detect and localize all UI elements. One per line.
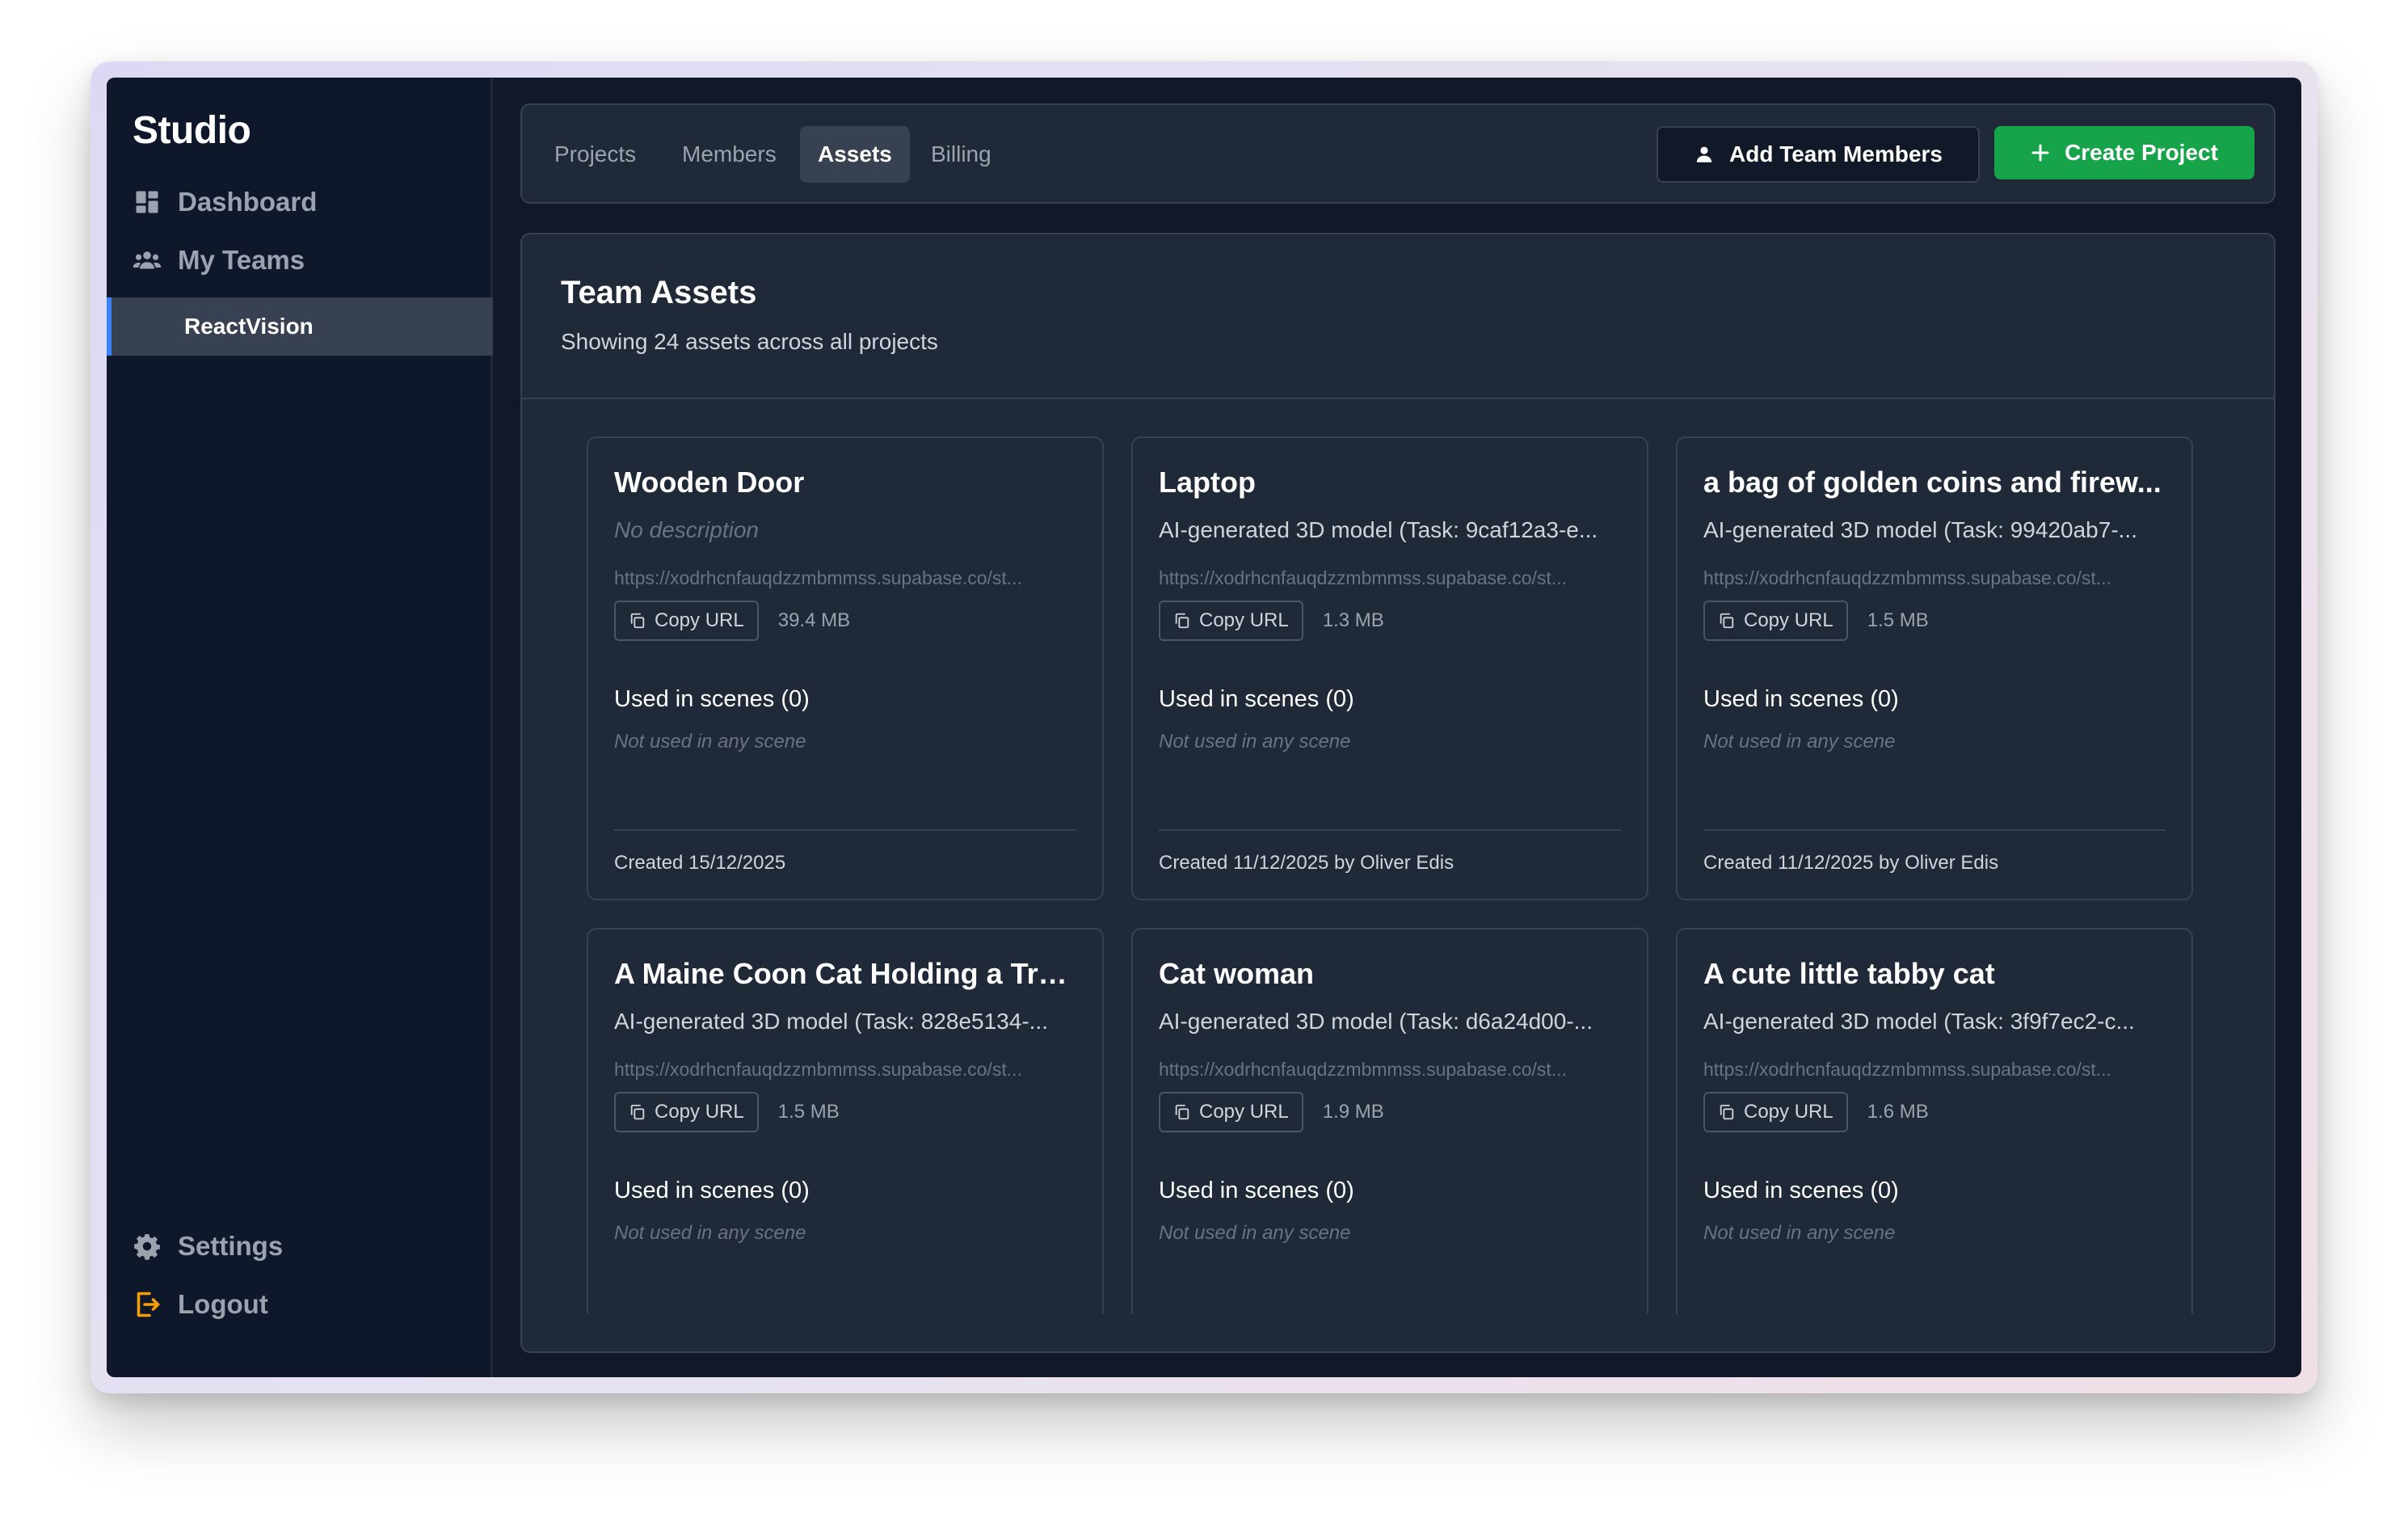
dashboard-icon: [136, 191, 158, 213]
asset-created: Created 11/12/2025 by Oliver Edis: [1703, 829, 2166, 875]
asset-description: AI-generated 3D model (Task: 828e5134-..…: [614, 1009, 1048, 1034]
copy-url-button[interactable]: Copy URL: [614, 1092, 759, 1132]
asset-url: https://xodrhcnfauqdzzmbmmss.supabase.co…: [1703, 1059, 2111, 1080]
copy-url-label: Copy URL: [1744, 609, 1833, 631]
sidebar-item-logout[interactable]: Logout: [133, 1282, 268, 1327]
add-team-members-label: Add Team Members: [1729, 141, 1943, 166]
plus-icon: [2031, 144, 2049, 162]
file-size: 1.5 MB: [777, 1101, 840, 1123]
asset-card[interactable]: Wooden Door No description https://xodrh…: [587, 436, 1104, 900]
asset-created: Created 15/12/2025: [614, 829, 1076, 875]
copy-url-button[interactable]: Copy URL: [1703, 601, 1848, 641]
asset-card[interactable]: Cat woman AI-generated 3D model (Task: d…: [1131, 928, 1648, 1314]
asset-created: Created 11/12/2025 by Oliver Edis: [1159, 829, 1621, 875]
sidebar-item-label: Logout: [178, 1289, 268, 1319]
asset-description: AI-generated 3D model (Task: 99420ab7-..…: [1703, 517, 2137, 542]
scenes-empty-text: Not used in any scene: [614, 1222, 806, 1244]
asset-description: AI-generated 3D model (Task: 9caf12a3-e.…: [1159, 517, 1598, 542]
sidebar-item-settings[interactable]: Settings: [133, 1224, 283, 1269]
asset-card[interactable]: Laptop AI-generated 3D model (Task: 9caf…: [1131, 436, 1648, 900]
asset-description: AI-generated 3D model (Task: 3f9f7ec2-c.…: [1703, 1009, 2135, 1034]
asset-card[interactable]: A Maine Coon Cat Holding a Tro... AI-gen…: [587, 928, 1104, 1314]
assets-header: Team Assets Showing 24 assets across all…: [522, 234, 2274, 399]
logout-icon: [137, 1292, 160, 1317]
file-size: 1.6 MB: [1867, 1101, 1929, 1123]
asset-card[interactable]: a bag of golden coins and firew... AI-ge…: [1676, 436, 2193, 900]
file-size: 39.4 MB: [777, 609, 851, 631]
tab-billing[interactable]: Billing: [913, 126, 1009, 183]
user-icon: [1696, 146, 1712, 162]
scenes-empty-text: Not used in any scene: [1703, 731, 1896, 752]
top-toolbar: Projects Members Assets Billing Add Team…: [520, 103, 2275, 204]
main-area: Projects Members Assets Billing Add Team…: [493, 78, 2301, 1377]
scenes-empty-text: Not used in any scene: [1159, 731, 1351, 752]
add-team-members-button[interactable]: Add Team Members: [1657, 126, 1980, 183]
sidebar: Studio Dashboard My Teams ReactVision Se…: [107, 78, 493, 1377]
copy-icon: [630, 613, 645, 629]
asset-card[interactable]: A cute little tabby cat AI-generated 3D …: [1676, 928, 2193, 1314]
copy-url-button[interactable]: Copy URL: [1703, 1092, 1848, 1132]
sidebar-item-label: Settings: [178, 1231, 284, 1261]
asset-title: a bag of golden coins and firew...: [1703, 466, 2162, 499]
sidebar-item-my-teams[interactable]: My Teams: [133, 238, 305, 283]
users-icon: [133, 251, 162, 269]
scenes-heading: Used in scenes (0): [1703, 686, 1899, 712]
asset-url: https://xodrhcnfauqdzzmbmmss.supabase.co…: [1159, 567, 1567, 588]
file-size: 1.5 MB: [1867, 609, 1929, 631]
create-project-label: Create Project: [2065, 140, 2218, 165]
file-size: 1.9 MB: [1322, 1101, 1384, 1123]
asset-url: https://xodrhcnfauqdzzmbmmss.supabase.co…: [614, 567, 1022, 588]
create-project-button[interactable]: Create Project: [1994, 126, 2254, 179]
tab-assets[interactable]: Assets: [800, 126, 910, 183]
asset-title: A Maine Coon Cat Holding a Tro...: [614, 957, 1076, 990]
scenes-heading: Used in scenes (0): [1703, 1178, 1899, 1203]
sidebar-item-label: My Teams: [178, 245, 305, 275]
file-size: 1.3 MB: [1322, 609, 1384, 631]
copy-url-button[interactable]: Copy URL: [1159, 601, 1303, 641]
copy-icon: [1175, 1104, 1189, 1120]
sidebar-item-dashboard[interactable]: Dashboard: [133, 179, 317, 225]
copy-icon: [1720, 1104, 1734, 1120]
asset-title: Cat woman: [1159, 957, 1315, 990]
scenes-heading: Used in scenes (0): [614, 686, 810, 712]
team-label: ReactVision: [184, 314, 314, 339]
brand-title: Studio: [133, 109, 251, 152]
scenes-heading: Used in scenes (0): [1159, 1178, 1354, 1203]
copy-url-label: Copy URL: [655, 1101, 744, 1123]
asset-title: Wooden Door: [614, 466, 805, 499]
copy-icon: [1720, 613, 1734, 629]
copy-url-button[interactable]: Copy URL: [614, 601, 759, 641]
asset-grid: Wooden Door No description https://xodrh…: [587, 436, 2203, 1314]
sidebar-team-reactvision[interactable]: ReactVision: [107, 297, 493, 356]
asset-description: AI-generated 3D model (Task: d6a24d00-..…: [1159, 1009, 1593, 1034]
asset-title: A cute little tabby cat: [1703, 957, 1995, 990]
asset-title: Laptop: [1159, 466, 1256, 499]
copy-url-label: Copy URL: [655, 609, 744, 631]
sidebar-item-label: Dashboard: [178, 187, 318, 217]
scenes-heading: Used in scenes (0): [1159, 686, 1354, 712]
asset-description: No description: [614, 517, 759, 542]
scenes-heading: Used in scenes (0): [614, 1178, 810, 1203]
gear-icon: [134, 1234, 160, 1260]
asset-url: https://xodrhcnfauqdzzmbmmss.supabase.co…: [614, 1059, 1022, 1080]
copy-icon: [630, 1104, 645, 1120]
copy-url-label: Copy URL: [1199, 609, 1289, 631]
copy-url-button[interactable]: Copy URL: [1159, 1092, 1303, 1132]
page-title: Team Assets: [561, 275, 757, 310]
copy-url-label: Copy URL: [1744, 1101, 1833, 1123]
tab-members[interactable]: Members: [664, 126, 794, 183]
assets-count-text: Showing 24 assets across all projects: [561, 329, 938, 354]
copy-url-label: Copy URL: [1199, 1101, 1289, 1123]
copy-icon: [1175, 613, 1189, 629]
asset-url: https://xodrhcnfauqdzzmbmmss.supabase.co…: [1703, 567, 2111, 588]
app-window: Studio Dashboard My Teams ReactVision Se…: [107, 78, 2301, 1377]
assets-panel: Team Assets Showing 24 assets across all…: [520, 233, 2275, 1353]
scenes-empty-text: Not used in any scene: [1703, 1222, 1896, 1244]
scenes-empty-text: Not used in any scene: [1159, 1222, 1351, 1244]
asset-url: https://xodrhcnfauqdzzmbmmss.supabase.co…: [1159, 1059, 1567, 1080]
tab-projects[interactable]: Projects: [537, 126, 654, 183]
scenes-empty-text: Not used in any scene: [614, 731, 806, 752]
